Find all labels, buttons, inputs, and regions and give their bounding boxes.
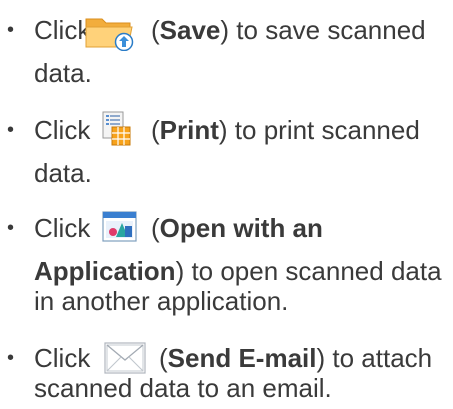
item-line-3: in another application. [34, 286, 289, 316]
item-line-1: Click [34, 15, 90, 45]
instruction-list: • Click (Save) to save scanned data. • C… [0, 0, 453, 409]
item-line-2: scanned data to an email. [34, 373, 332, 403]
item-line-2: Application) to open scanned data [34, 256, 442, 286]
item-line-2: data. [34, 158, 92, 188]
bullet: • [7, 217, 15, 239]
print-icon[interactable] [100, 110, 134, 148]
item-line-1: Click [34, 115, 91, 145]
item-line-2: data. [34, 58, 92, 88]
folder-upload-icon[interactable] [84, 13, 138, 51]
item-line-1-rest: (Send E-mail) to attach [159, 343, 433, 373]
open-with-action-label-1: Open with an [159, 213, 323, 243]
application-window-icon[interactable] [102, 210, 138, 244]
print-action-label: Print [159, 115, 219, 145]
bullet: • [7, 119, 15, 141]
item-line-1: Click [34, 213, 91, 243]
bullet: • [7, 347, 15, 369]
click-label: Click [34, 15, 91, 45]
save-action-label: Save [159, 15, 221, 45]
item-line-1-rest: (Open with an [151, 213, 323, 243]
item-line-1-rest: (Save) to save scanned [151, 15, 426, 45]
item-line-1-rest: (Print) to print scanned [151, 115, 420, 145]
envelope-icon[interactable] [104, 342, 146, 374]
item-line-1: Click [34, 343, 91, 373]
bullet: • [7, 19, 15, 41]
open-with-action-label-2: Application [34, 256, 176, 286]
send-email-action-label: Send E-mail [167, 343, 317, 373]
